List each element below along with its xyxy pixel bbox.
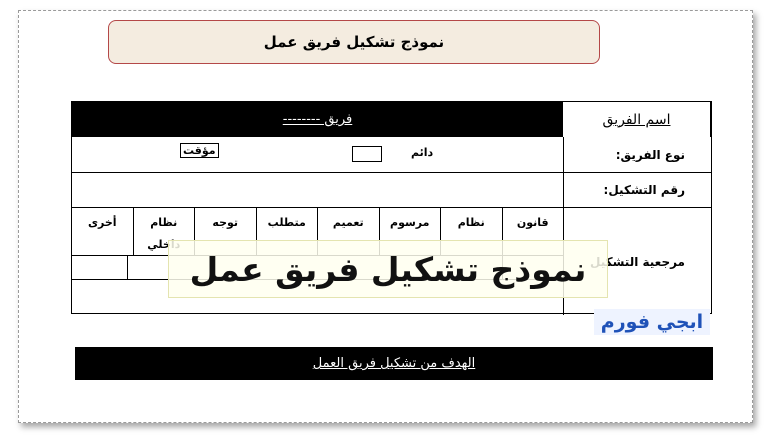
team-name-row: اسم الفريق فريق -------- xyxy=(72,102,711,137)
team-type-label: نوع الفريق: xyxy=(563,137,711,172)
watermark-banner: نموذج تشكيل فريق عمل xyxy=(168,240,608,298)
team-name-value: فريق -------- xyxy=(282,112,353,127)
team-name-label: اسم الفريق xyxy=(563,102,711,137)
permanent-option-label: دائم xyxy=(411,146,434,159)
reference-sub-divider xyxy=(127,256,128,280)
page-title: نموذج تشكيل فريق عمل xyxy=(108,20,600,64)
formation-number-label: رقم التشكيل: xyxy=(563,173,711,207)
formation-number-row: رقم التشكيل: xyxy=(72,173,711,208)
site-logo: ابجي فورم xyxy=(594,309,710,335)
goal-heading-bar: الهدف من تشكيل فريق العمل xyxy=(75,347,713,380)
reference-col-other: أخرى xyxy=(87,216,117,229)
team-type-row: نوع الفريق: دائم مؤقت xyxy=(72,137,711,173)
temporary-option-label[interactable]: مؤقت xyxy=(180,143,219,158)
permanent-checkbox[interactable] xyxy=(352,146,382,162)
